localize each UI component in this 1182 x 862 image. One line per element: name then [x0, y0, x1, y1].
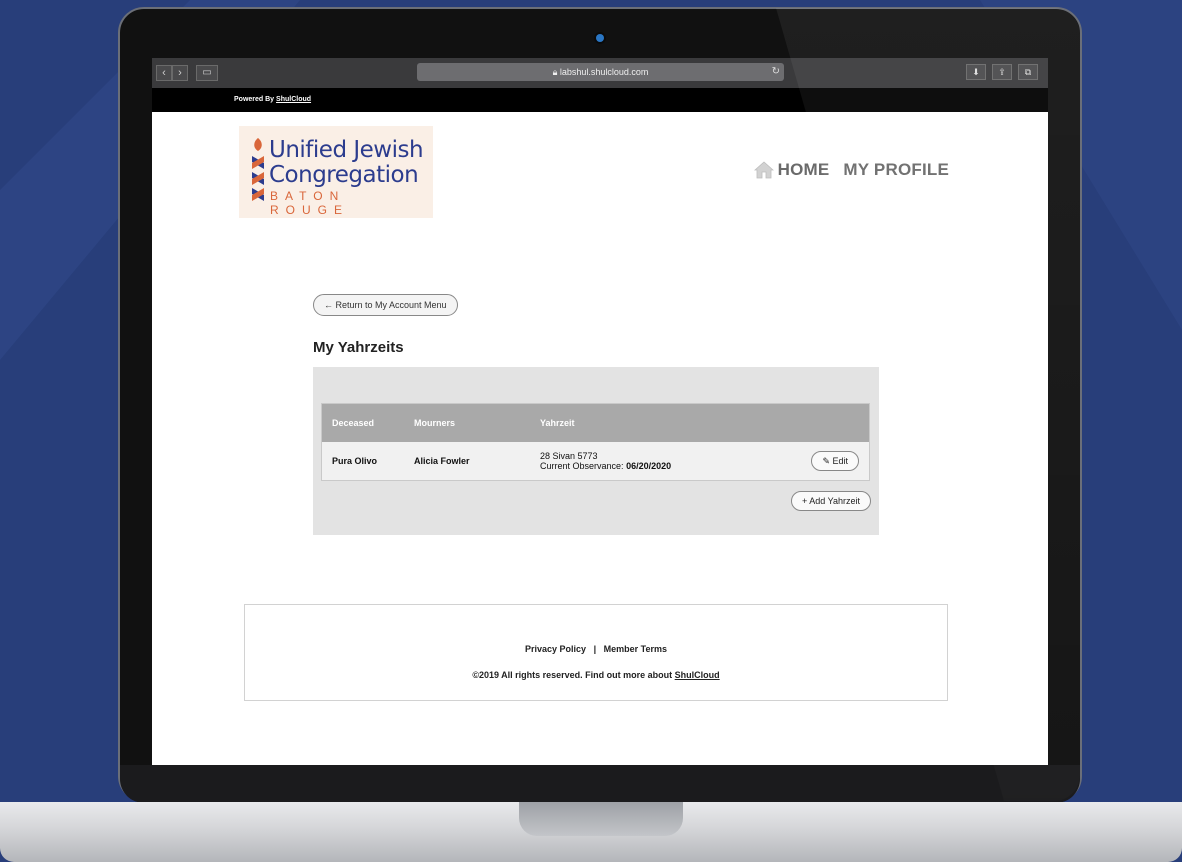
footer-copyright: ©2019 All rights reserved. Find out more… — [245, 670, 947, 680]
reload-icon[interactable]: ↻ — [772, 63, 780, 81]
header-yahrzeit: Yahrzeit — [540, 418, 575, 428]
footer-shulcloud-link[interactable]: ShulCloud — [675, 670, 720, 680]
camera — [596, 34, 604, 42]
header-deceased: Deceased — [332, 418, 375, 428]
home-icon — [753, 161, 774, 179]
tabs-icon: ⧉ — [1024, 67, 1032, 77]
browser-screen: ‹ › ▭ 🔒︎ labshul.shulcloud.com ↻ ⬇ ⇪ ⧉ P… — [152, 58, 1048, 765]
yahrzeit-panel: Deceased Mourners Yahrzeit Pura Olivo Al… — [313, 367, 879, 535]
chevron-left-icon: ‹ — [162, 67, 166, 79]
powered-by-bar: Powered By ShulCloud — [152, 88, 1048, 112]
forward-button[interactable]: › — [172, 65, 188, 81]
table-row: Pura Olivo Alicia Fowler 28 Sivan 5773 C… — [322, 442, 869, 480]
powered-prefix: Powered By — [234, 96, 275, 103]
observance-label: Current Observance: — [540, 461, 624, 471]
browser-toolbar: ‹ › ▭ 🔒︎ labshul.shulcloud.com ↻ ⬇ ⇪ ⧉ — [152, 58, 1048, 88]
share-button[interactable]: ⇪ — [992, 64, 1012, 80]
braid-icon — [252, 138, 264, 201]
cell-deceased: Pura Olivo — [332, 456, 378, 466]
back-button[interactable]: ‹ — [156, 65, 172, 81]
nav-home[interactable]: HOME — [753, 160, 830, 180]
top-navigation: HOME MY PROFILE — [753, 160, 949, 180]
header-mourners: Mourners — [414, 418, 456, 428]
footer-links: Privacy Policy | Member Terms — [245, 644, 947, 654]
table-header: Deceased Mourners Yahrzeit — [322, 404, 869, 442]
history-buttons: ‹ › — [156, 65, 188, 81]
site-footer: Privacy Policy | Member Terms ©2019 All … — [244, 604, 948, 701]
observance-date: 06/20/2020 — [626, 461, 672, 471]
shulcloud-link[interactable]: ShulCloud — [276, 96, 311, 103]
url-text: labshul.shulcloud.com — [559, 67, 649, 77]
laptop-base-notch — [519, 802, 683, 836]
address-bar[interactable]: 🔒︎ labshul.shulcloud.com ↻ — [417, 63, 784, 81]
share-icon: ⇪ — [998, 67, 1006, 77]
sidebar-toggle-button[interactable]: ▭ — [196, 65, 218, 81]
download-button[interactable]: ⬇ — [966, 64, 986, 80]
sidebar-icon: ▭ — [202, 67, 212, 78]
logo-line-1: Unified Jewish — [269, 137, 424, 163]
page-title: My Yahrzeits — [313, 339, 404, 356]
copyright-text: ©2019 All rights reserved. Find out more… — [472, 670, 673, 680]
lock-icon: 🔒︎ — [552, 67, 558, 77]
add-yahrzeit-button[interactable]: + Add Yahrzeit — [791, 491, 871, 511]
logo-line-3: BATON ROUGE — [270, 189, 350, 217]
site-logo[interactable]: Unified Jewish Congregation BATON ROUGE — [239, 126, 433, 218]
nav-home-label: HOME — [777, 160, 830, 179]
current-observance: Current Observance: 06/20/2020 — [540, 461, 790, 471]
cell-mourners: Alicia Fowler — [414, 456, 470, 466]
toolbar-right-buttons: ⬇ ⇪ ⧉ — [966, 64, 1038, 80]
yahrzeit-hebrew-date: 28 Sivan 5773 — [540, 451, 598, 461]
chevron-right-icon: › — [178, 67, 182, 79]
privacy-policy-link[interactable]: Privacy Policy — [525, 644, 586, 654]
download-icon: ⬇ — [972, 67, 980, 77]
cell-actions: ✎ Edit — [790, 451, 869, 471]
member-terms-link[interactable]: Member Terms — [604, 644, 667, 654]
tabs-button[interactable]: ⧉ — [1018, 64, 1038, 80]
yahrzeit-table: Deceased Mourners Yahrzeit Pura Olivo Al… — [321, 403, 870, 481]
logo-line-2: Congregation — [269, 162, 419, 188]
footer-separator: | — [593, 644, 597, 654]
cell-yahrzeit: 28 Sivan 5773 Current Observance: 06/20/… — [530, 451, 790, 471]
return-to-account-button[interactable]: ← Return to My Account Menu — [313, 294, 458, 316]
nav-my-profile[interactable]: MY PROFILE — [843, 160, 949, 180]
edit-button[interactable]: ✎ Edit — [811, 451, 859, 471]
laptop-chin — [120, 765, 1080, 803]
